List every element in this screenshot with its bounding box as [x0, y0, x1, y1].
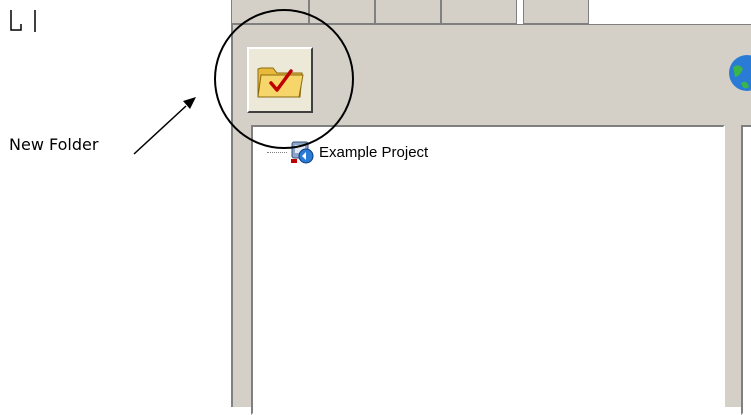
tree-item-label: Example Project [319, 143, 429, 161]
folder-check-icon [257, 67, 304, 98]
right-panel[interactable] [741, 125, 751, 415]
toolbar [233, 25, 751, 125]
tree-item-example-project[interactable]: Example Project [267, 139, 428, 165]
project-icon [291, 141, 314, 164]
top-tab[interactable] [375, 0, 441, 24]
globe-icon[interactable] [727, 53, 751, 93]
new-folder-button[interactable] [247, 47, 313, 113]
top-tab[interactable] [231, 0, 309, 24]
top-tab[interactable] [441, 0, 517, 24]
top-tab[interactable] [309, 0, 375, 24]
project-tree-panel[interactable]: Example Project [251, 125, 725, 415]
top-tab-strip [231, 0, 751, 24]
cropped-glyph [10, 10, 36, 32]
new-folder-annotation-label: New Folder [9, 135, 99, 154]
tree-connector [267, 151, 287, 153]
top-tab[interactable] [523, 0, 589, 24]
application-window: Example Project [231, 24, 751, 415]
